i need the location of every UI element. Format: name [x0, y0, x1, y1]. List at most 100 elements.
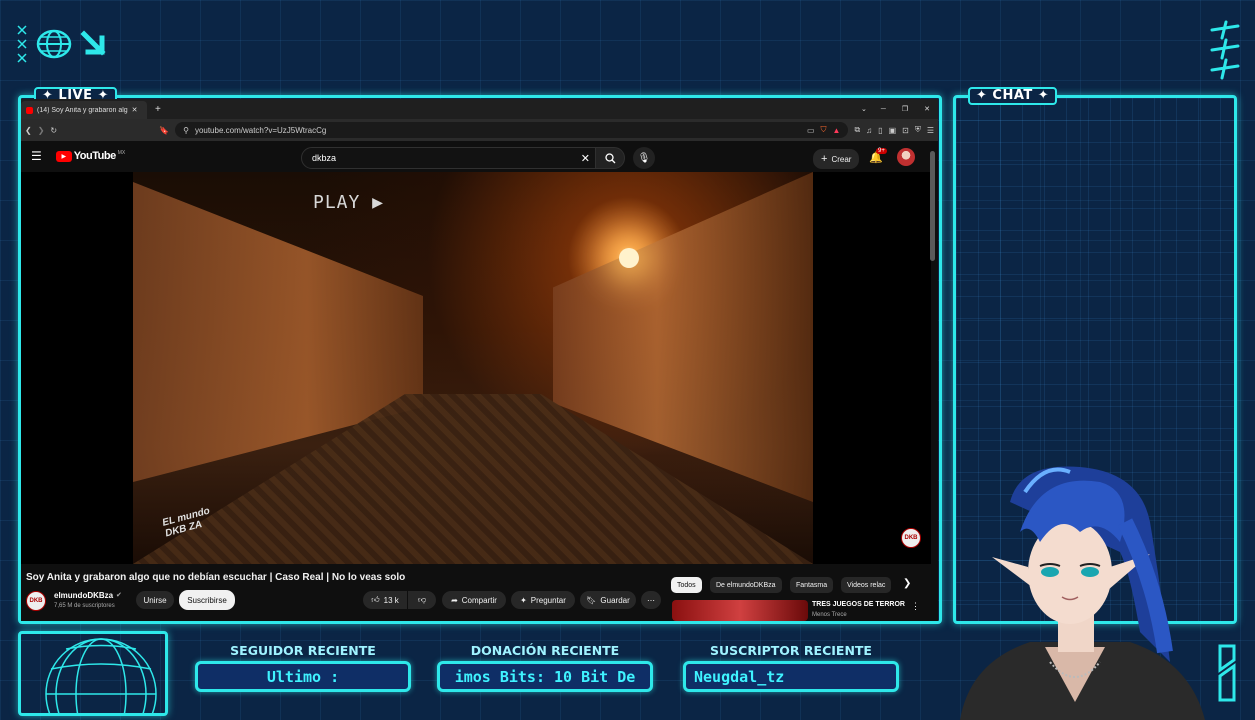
screenshot-icon[interactable]: ⊡: [902, 126, 909, 135]
tab-list-icon[interactable]: ⌄: [861, 105, 867, 113]
save-button[interactable]: 🔖︎ Guardar: [580, 591, 636, 609]
related-thumbnail[interactable]: [672, 600, 808, 621]
voice-search-button[interactable]: 🎙: [633, 147, 655, 169]
forward-icon[interactable]: ❯: [38, 126, 45, 135]
more-horizontal-icon: ⋯: [647, 595, 655, 605]
create-label: Crear: [831, 154, 852, 164]
deco-bars-icon: [1218, 644, 1236, 702]
recent-subscriber-title: SUSCRIPTOR RECIENTE: [710, 643, 872, 658]
thumbs-up-icon: 👍︎: [371, 595, 380, 604]
chip-all[interactable]: Todos: [671, 577, 702, 593]
back-icon[interactable]: ❮: [25, 126, 32, 135]
clear-search-icon[interactable]: ✕: [581, 152, 590, 165]
share-button[interactable]: ➦ Compartir: [442, 591, 506, 609]
related-more-icon[interactable]: ⋮: [911, 601, 920, 612]
thumbs-down-icon: 👎︎: [417, 595, 427, 604]
bookmark-save-icon: 🔖︎: [586, 595, 597, 605]
search-icon: [604, 152, 615, 163]
recent-donation-title: DONACIÓN RECIENTE: [470, 643, 620, 658]
like-button[interactable]: 👍︎ 13 k: [363, 591, 407, 609]
site-info-icon[interactable]: ⚲: [183, 126, 189, 135]
chip-channel[interactable]: De elmundoDKBza: [710, 577, 782, 593]
video-player[interactable]: PLAY ▶ EL mundo DKB ZA DKB: [21, 172, 931, 564]
minimize-icon[interactable]: ─: [881, 106, 886, 113]
page-scrollbar[interactable]: [930, 151, 935, 261]
recent-follower-value: Ultimo :: [266, 667, 340, 686]
hamburger-menu-icon[interactable]: ☰: [31, 149, 42, 163]
sidebar-icon[interactable]: ▯: [878, 126, 882, 135]
chip-related[interactable]: Videos relac: [841, 577, 891, 593]
extensions-icon[interactable]: ⧉: [854, 125, 860, 135]
channel-avatar[interactable]: DKB: [26, 591, 46, 611]
youtube-logo[interactable]: ▶ YouTube MX: [55, 150, 126, 162]
chip-ghost[interactable]: Fantasma: [790, 577, 834, 593]
recent-donation-value: imos Bits: 10 Bit De: [454, 667, 636, 686]
recent-subscriber-value: Neugdal_tz: [694, 667, 785, 686]
chat-label: ✦ CHAT ✦: [968, 87, 1058, 105]
browser-tab[interactable]: (14) Soy Anita y grabaron alg ✕: [21, 101, 147, 119]
search-value: dkbza: [312, 153, 337, 163]
sparkle-ask-icon: ✦: [520, 595, 527, 605]
youtube-play-icon: ▶: [55, 150, 72, 162]
url-field[interactable]: ⚲ youtube.com/watch?v=UzJ5WtracCg ▭ ⛉ ▲: [175, 122, 849, 138]
close-window-icon[interactable]: ✕: [924, 105, 930, 113]
tab-title: (14) Soy Anita y grabaron alg: [37, 106, 128, 114]
video-title: Soy Anita y grabaron algo que no debían …: [26, 572, 406, 583]
video-details: Soy Anita y grabaron algo que no debían …: [21, 564, 938, 621]
url-text: youtube.com/watch?v=UzJ5WtracCg: [194, 125, 327, 135]
menu-icon[interactable]: ☰: [927, 126, 934, 135]
video-play-overlay: PLAY ▶: [313, 192, 385, 213]
verified-icon: ✔: [116, 592, 122, 599]
dislike-button[interactable]: 👎︎: [408, 591, 436, 609]
share-icon: ➦: [451, 595, 458, 605]
chips-next-icon[interactable]: ❯: [903, 578, 911, 589]
wireframe-globe-icon: [45, 638, 157, 713]
street-lamp: [619, 248, 639, 268]
join-button[interactable]: Unirse: [136, 591, 174, 609]
related-channel: Menos Trece: [812, 612, 847, 618]
cast-icon[interactable]: ▭: [807, 126, 815, 135]
rewards-icon[interactable]: ▲: [833, 126, 841, 135]
browser-window: (14) Soy Anita y grabaron alg ✕ + ⌄ ─ ❐ …: [21, 99, 938, 621]
youtube-wordmark: YouTube: [73, 150, 116, 162]
brave-shield-icon[interactable]: ⛉: [821, 125, 827, 135]
bookmark-icon[interactable]: 🔖: [159, 126, 169, 135]
sparkle-icons: [17, 25, 27, 63]
deco-glyph-icon: [1210, 20, 1240, 80]
search-button[interactable]: [595, 147, 625, 169]
vpn-icon[interactable]: ⛨: [915, 125, 921, 135]
more-actions-button[interactable]: ⋯: [641, 591, 661, 609]
ask-button[interactable]: ✦ Preguntar: [511, 591, 575, 609]
share-label: Compartir: [461, 595, 497, 605]
like-count: 13 k: [383, 595, 399, 605]
media-icon[interactable]: ♫: [866, 126, 872, 135]
close-tab-icon[interactable]: ✕: [132, 106, 138, 114]
arrow-icon: [80, 30, 106, 56]
globe-icon: [36, 29, 72, 59]
region-code: MX: [117, 150, 126, 156]
video-frame: PLAY ▶ EL mundo DKB ZA: [133, 172, 813, 564]
search-input[interactable]: dkbza ✕: [301, 147, 601, 169]
create-button[interactable]: + Crear: [813, 149, 860, 169]
channel-watermark-icon[interactable]: DKB: [901, 528, 921, 548]
microphone-icon: 🎙: [637, 152, 651, 164]
reload-icon[interactable]: ↻: [50, 126, 57, 135]
tab-bar: (14) Soy Anita y grabaron alg ✕ + ⌄ ─ ❐ …: [21, 99, 938, 119]
wallet-icon[interactable]: ▣: [889, 126, 897, 135]
recent-subscriber-box: Neugdal_tz: [683, 661, 899, 692]
notifications-badge: 9+: [876, 148, 887, 154]
subscriber-count: 7,65 M de suscriptores: [54, 603, 115, 609]
subscribe-button[interactable]: Suscribirse: [179, 590, 235, 610]
maximize-icon[interactable]: ❐: [902, 105, 908, 113]
recent-donation-box: imos Bits: 10 Bit De: [437, 661, 653, 692]
account-avatar[interactable]: [897, 148, 915, 166]
channel-name[interactable]: elmundoDKBza: [54, 591, 113, 600]
related-title[interactable]: TRES JUEGOS DE TERROR: [812, 601, 905, 608]
notifications-button[interactable]: 🔔 9+: [869, 148, 887, 164]
ask-label: Preguntar: [530, 595, 566, 605]
address-bar: ❮ ❯ ↻ 🔖 ⚲ youtube.com/watch?v=UzJ5WtracC…: [21, 119, 938, 141]
youtube-favicon-icon: [26, 106, 33, 114]
new-tab-icon[interactable]: +: [155, 104, 161, 115]
plus-icon: +: [821, 153, 828, 165]
channel-logo: [16, 24, 108, 64]
